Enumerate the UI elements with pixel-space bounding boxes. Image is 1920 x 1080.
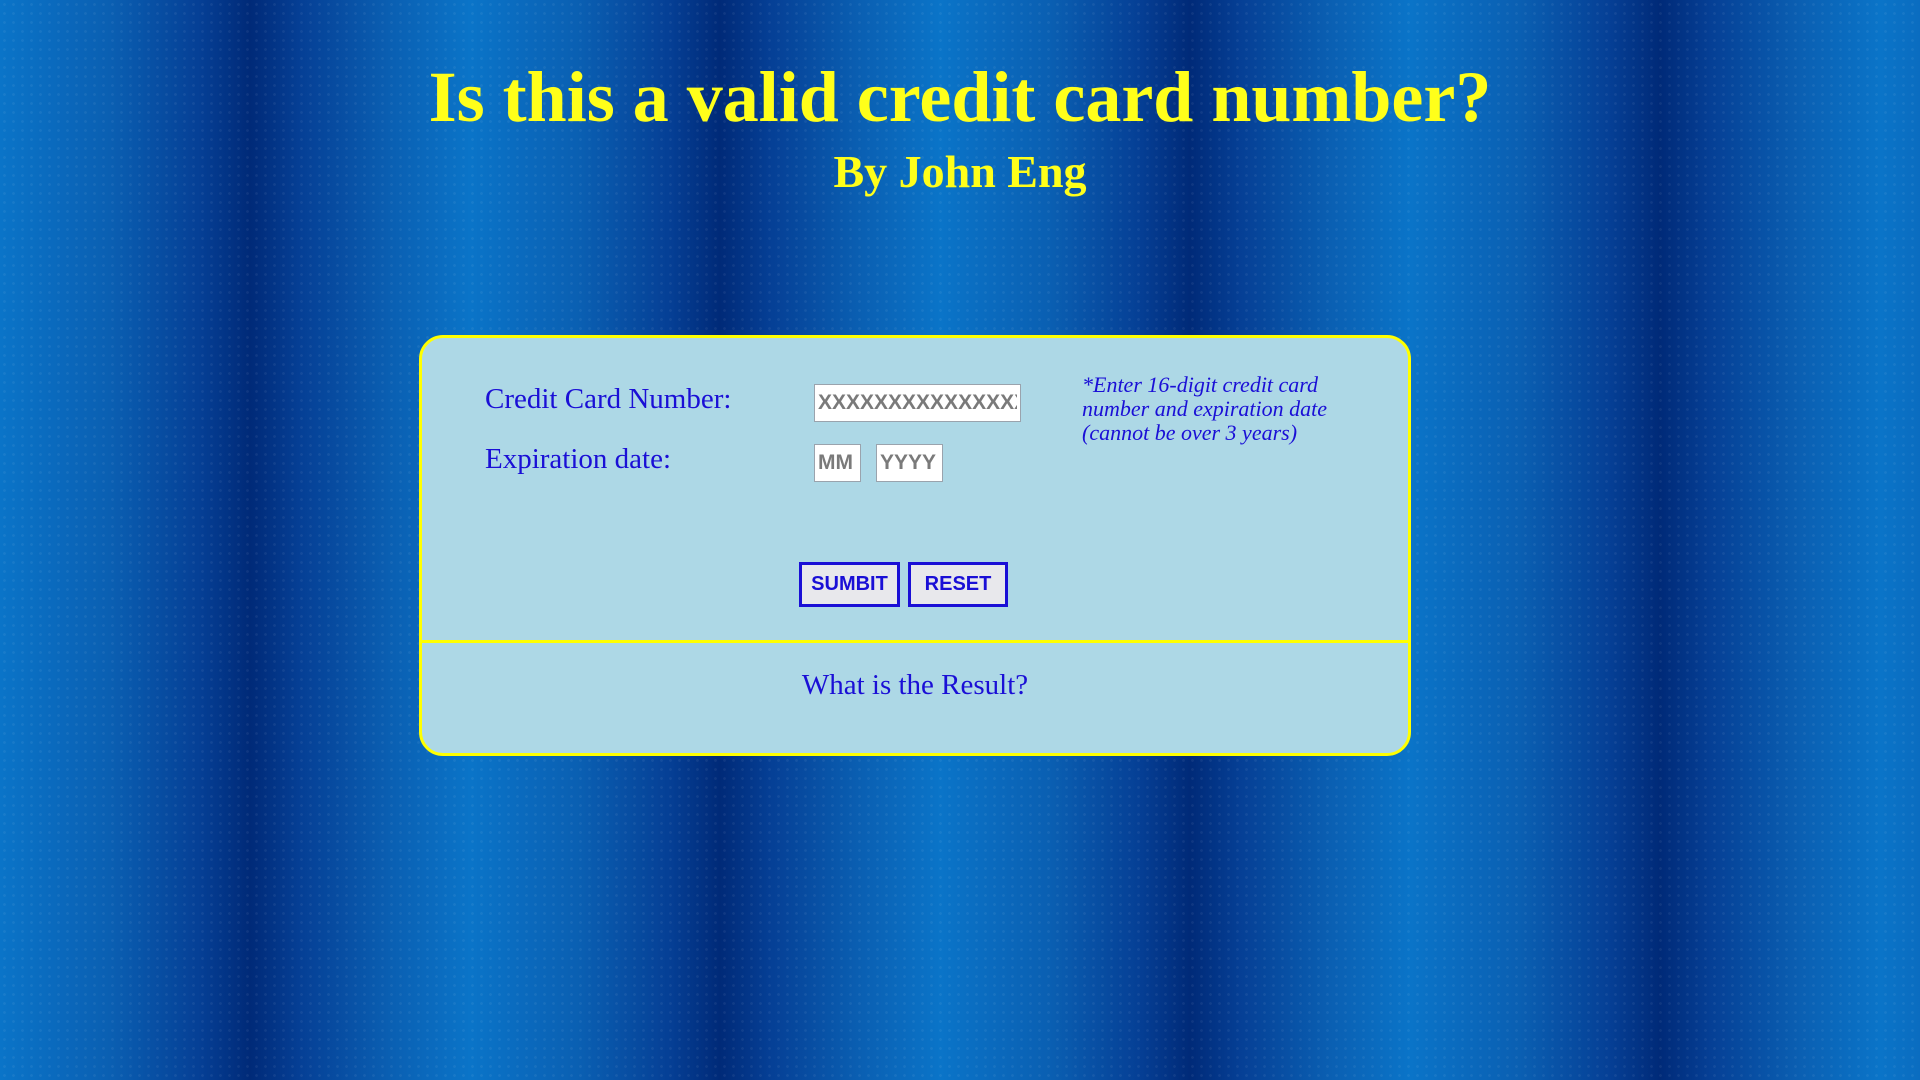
expiration-date-label: Expiration date: [485,443,672,475]
page-subtitle: By John Eng [833,146,1087,197]
expiration-year-input[interactable] [876,444,943,482]
page-title: Is this a valid credit card number? [428,57,1492,137]
input-hint-text: *Enter 16-digit credit card number and e… [1082,372,1328,445]
credit-card-form-panel: Credit Card Number: Expiration date: *En… [419,335,1411,756]
submit-button[interactable]: SUMBIT [799,562,900,607]
card-number-label: Credit Card Number: [485,383,732,415]
page-header: Is this a valid credit card number? By J… [0,52,1920,202]
expiration-month-input[interactable] [814,444,861,482]
result-divider [422,640,1408,643]
result-text: What is the Result? [801,669,1029,701]
reset-button[interactable]: RESET [908,562,1008,607]
card-number-input[interactable] [814,384,1021,422]
